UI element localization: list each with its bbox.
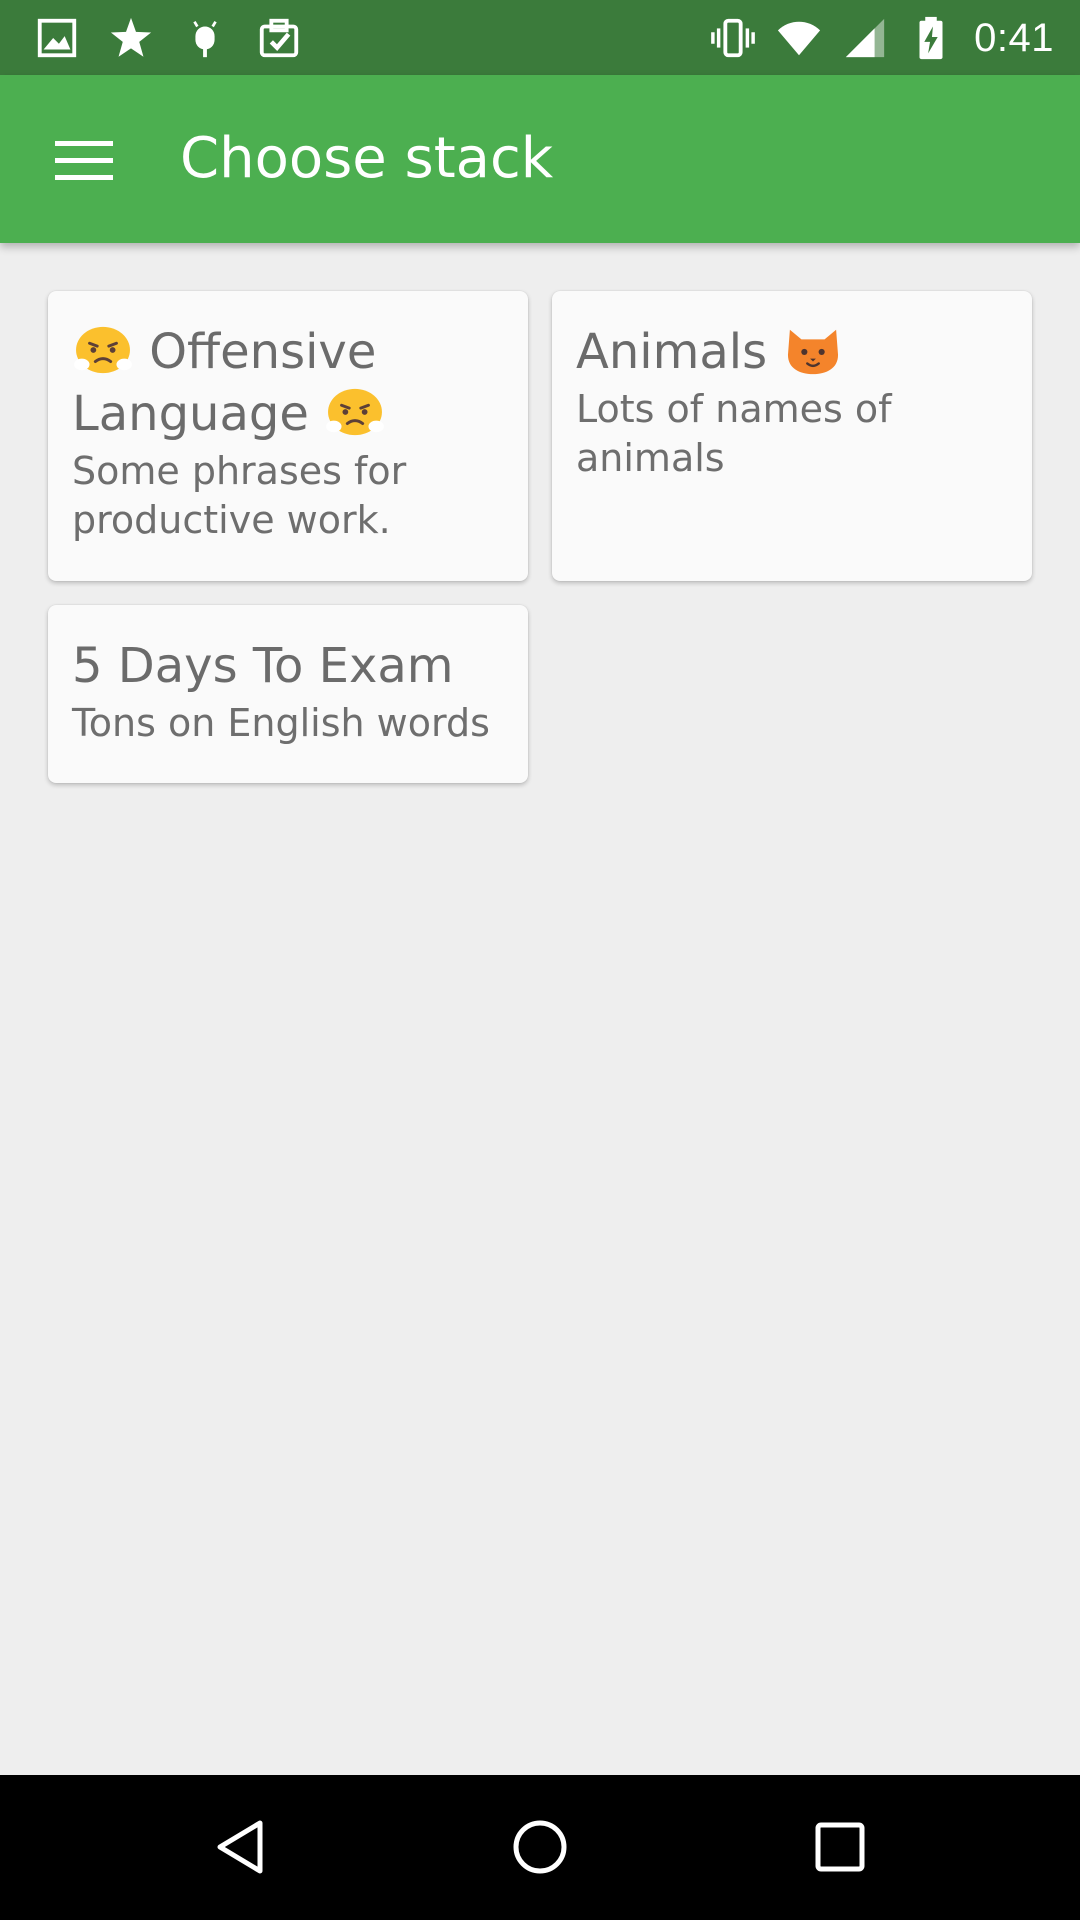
android-icon — [193, 21, 217, 58]
vibrate-icon — [711, 18, 755, 58]
star-icon — [110, 17, 152, 57]
app-bar: Choose stack — [0, 75, 1080, 243]
cell-signal-icon — [845, 18, 885, 58]
status-bar: 0:41 — [0, 0, 1080, 75]
stack-card-5-days-to-exam[interactable]: 5 Days To Exam Tons on English words — [48, 605, 528, 783]
stack-card-offensive-language[interactable]: Offensive Language Some phrases for prod… — [48, 291, 528, 581]
cat-face-emoji-icon — [788, 329, 839, 375]
menu-button[interactable] — [36, 113, 132, 209]
hamburger-menu-icon — [55, 141, 113, 180]
system-status: 0:41 — [710, 14, 1054, 62]
stack-description: Some phrases for productive work. — [72, 449, 407, 542]
stack-title: Animals — [576, 321, 1010, 383]
recents-button[interactable] — [790, 1797, 890, 1897]
back-button[interactable] — [190, 1797, 290, 1897]
stack-title: Offensive Language — [72, 321, 506, 445]
image-icon — [37, 18, 77, 58]
angry-face-emoji-icon — [326, 388, 385, 436]
battery-charging-icon — [919, 16, 943, 60]
wifi-icon — [778, 21, 821, 56]
navigation-bar — [0, 1775, 1080, 1920]
back-icon — [217, 1820, 263, 1874]
stack-description: Tons on English words — [72, 701, 490, 745]
angry-face-emoji-icon — [74, 326, 132, 374]
clipboard-check-icon — [259, 18, 299, 58]
notification-icons — [34, 14, 302, 62]
stack-grid: Offensive Language Some phrases for prod… — [0, 243, 1080, 1775]
stack-card-animals[interactable]: Animals Lots of names of animals — [552, 291, 1032, 581]
home-icon — [513, 1820, 567, 1874]
clock: 0:41 — [974, 15, 1054, 60]
stack-title: 5 Days To Exam — [72, 638, 454, 694]
page-title: Choose stack — [180, 126, 554, 191]
stack-description: Lots of names of animals — [576, 387, 892, 480]
recents-icon — [815, 1822, 865, 1872]
home-button[interactable] — [490, 1797, 590, 1897]
